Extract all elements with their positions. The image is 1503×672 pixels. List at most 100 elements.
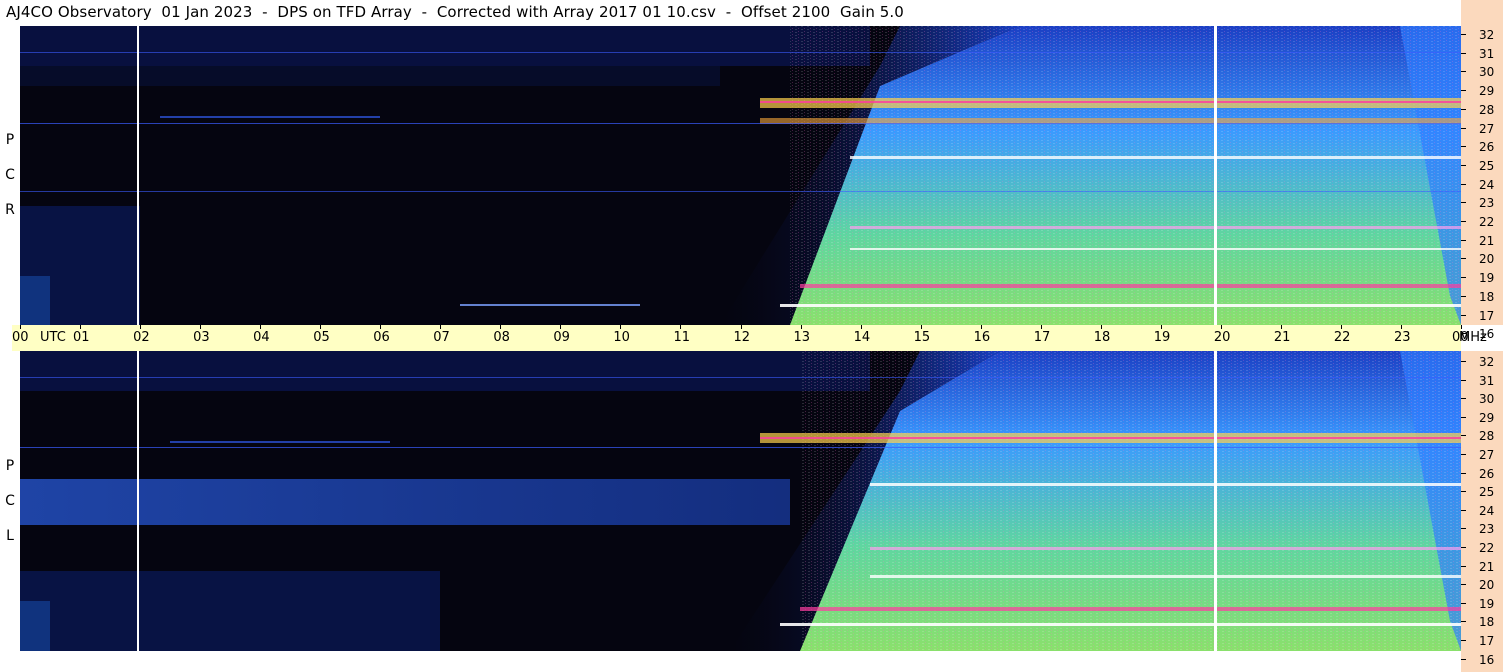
hour-label-6: 06 — [373, 330, 390, 345]
lcp-freq-tick-25: 25 — [1461, 484, 1503, 500]
hour-label-7: 07 — [433, 330, 450, 345]
rcp-freq-tick-23: 23 — [1461, 195, 1503, 211]
lcp-freq-tick-32: 32 — [1461, 354, 1503, 370]
lcp-freq-tick-label: 27 — [1479, 448, 1495, 462]
hour-tick-mark — [800, 325, 802, 329]
hour-tick-mark — [320, 325, 322, 329]
hour-tick-mark — [20, 325, 21, 329]
hour-tick-mark — [860, 325, 862, 329]
hour-label-4: 04 — [253, 330, 270, 345]
lcp-freq-tick-label: 32 — [1479, 355, 1495, 369]
lcp-freq-tick-18: 18 — [1461, 614, 1503, 630]
rcp-freq-tick-label: 31 — [1479, 46, 1495, 61]
hour-tick-mark — [380, 325, 382, 329]
lcp-freq-tick-label: 25 — [1479, 485, 1495, 500]
lcp-freq-tick-label: 21 — [1479, 559, 1495, 574]
lcp-freq-tick-label: 22 — [1479, 541, 1495, 555]
hour-tick-mark — [920, 325, 922, 329]
rcp-freq-tick-30: 30 — [1461, 64, 1503, 80]
rcp-freq-tick-24: 24 — [1461, 177, 1503, 193]
hour-tick-mark — [1040, 325, 1042, 329]
hour-label-18: 18 — [1093, 330, 1111, 345]
hour-tick-mark — [440, 325, 442, 329]
pol-label-lcp-p: L — [6, 528, 14, 544]
hour-label-1: 01 — [73, 330, 90, 345]
lcp-freq-tick-19: 19 — [1461, 596, 1503, 612]
hour-label-21: 21 — [1273, 330, 1291, 345]
rcp-freq-tick-label: 21 — [1479, 233, 1495, 248]
utc-label: UTC — [40, 330, 66, 345]
hour-label-16: 16 — [973, 330, 991, 345]
lcp-freq-tick-29: 29 — [1461, 410, 1503, 426]
lcp-freq-tick-22: 22 — [1461, 540, 1503, 556]
hour-label-10: 10 — [613, 330, 630, 345]
rcp-freq-tick-29: 29 — [1461, 83, 1503, 99]
lcp-freq-tick-label: 23 — [1479, 522, 1495, 537]
hour-tick-mark — [1461, 325, 1462, 329]
lcp-freq-tick-30: 30 — [1461, 391, 1503, 407]
pol-label-lcp-l: P — [5, 458, 15, 474]
lcp-freq-tick-31: 31 — [1461, 373, 1503, 389]
hour-label-13: 13 — [793, 330, 811, 345]
hour-tick-mark — [1160, 325, 1162, 329]
hour-tick-mark — [980, 325, 982, 329]
chart-title: AJ4CO Observatory 01 Jan 2023 - DPS on T… — [6, 3, 904, 21]
pol-label-rcp-c: C — [5, 167, 15, 183]
lcp-freq-tick-label: 28 — [1479, 429, 1495, 444]
rcp-frequency-axis: 32 31 30 29 28 27 26 25 24 23 22 21 20 19 18 17 16 — [1461, 0, 1503, 341]
rcp-freq-tick-17: 17 — [1461, 308, 1503, 324]
rcp-freq-tick-label: 30 — [1479, 65, 1495, 80]
hour-label-22: 22 — [1333, 330, 1351, 345]
lcp-freq-tick-label: 24 — [1479, 503, 1495, 518]
rcp-freq-tick-27: 27 — [1461, 121, 1503, 137]
hour-tick-mark — [1100, 325, 1102, 329]
hour-tick-mark — [260, 325, 262, 329]
hour-label-19: 19 — [1153, 330, 1171, 345]
hour-label-14: 14 — [853, 330, 871, 345]
rcp-freq-tick-label: 32 — [1479, 28, 1495, 42]
mhz-label: MHz — [1459, 330, 1487, 345]
rcp-freq-tick-label: 22 — [1479, 215, 1495, 229]
hour-label-23: 23 — [1393, 330, 1411, 345]
rcp-freq-tick-31: 31 — [1461, 46, 1503, 62]
rcp-spectrogram — [20, 26, 1461, 325]
lcp-freq-tick-27: 27 — [1461, 447, 1503, 463]
hour-tick-mark — [620, 325, 622, 329]
rcp-freq-tick-label: 19 — [1479, 271, 1495, 286]
lcp-freq-tick-label: 30 — [1479, 392, 1495, 407]
pol-label-rcp-p: R — [5, 202, 15, 218]
lcp-freq-tick-label: 26 — [1479, 466, 1495, 481]
rcp-freq-tick-label: 28 — [1479, 102, 1495, 117]
rcp-freq-tick-label: 18 — [1479, 289, 1495, 304]
lcp-freq-tick-label: 31 — [1479, 373, 1495, 388]
hour-tick-mark — [80, 325, 82, 329]
lcp-freq-tick-label: 17 — [1479, 634, 1495, 648]
hour-label-12: 12 — [733, 330, 751, 345]
rcp-freq-tick-label: 24 — [1479, 177, 1495, 192]
rcp-freq-tick-32: 32 — [1461, 27, 1503, 43]
lcp-freq-tick-28: 28 — [1461, 428, 1503, 444]
rcp-freq-tick-26: 26 — [1461, 139, 1503, 155]
hour-tick-mark — [1340, 325, 1342, 329]
lcp-freq-tick-17: 17 — [1461, 633, 1503, 649]
hour-tick-mark — [500, 325, 502, 329]
lcp-freq-tick-label: 20 — [1479, 578, 1495, 593]
rcp-freq-tick-21: 21 — [1461, 233, 1503, 249]
lcp-freq-tick-16: 16 — [1461, 652, 1503, 668]
hour-label-3: 03 — [193, 330, 210, 345]
lcp-freq-tick-21: 21 — [1461, 559, 1503, 575]
rcp-freq-tick-label: 26 — [1479, 140, 1495, 155]
rcp-freq-tick-22: 22 — [1461, 214, 1503, 230]
hour-label-15: 15 — [913, 330, 931, 345]
hour-tick-mark — [140, 325, 142, 329]
hour-tick-mark — [740, 325, 742, 329]
hour-tick-mark — [680, 325, 682, 329]
lcp-freq-tick-23: 23 — [1461, 521, 1503, 537]
hour-label-2: 02 — [133, 330, 150, 345]
pol-label-lcp-c: C — [5, 493, 15, 509]
rcp-freq-tick-label: 20 — [1479, 252, 1495, 267]
hour-label-20: 20 — [1213, 330, 1231, 345]
hour-label-17: 17 — [1033, 330, 1051, 345]
pol-label-rcp-r: P — [5, 132, 15, 148]
lcp-spectrogram — [20, 351, 1461, 651]
